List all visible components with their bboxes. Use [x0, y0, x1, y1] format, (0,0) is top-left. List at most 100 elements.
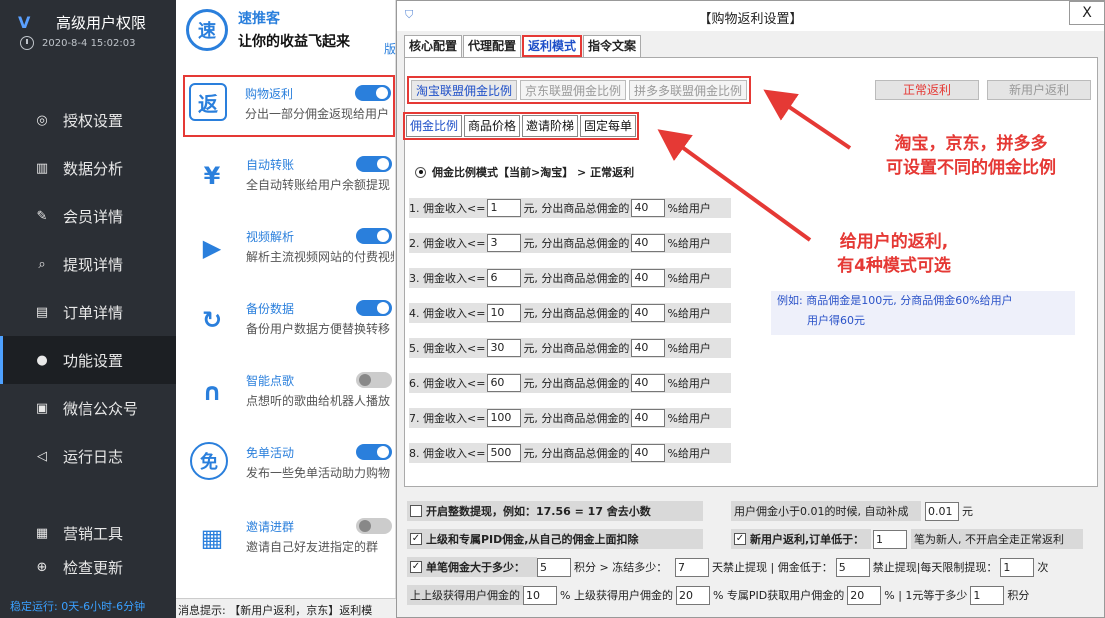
checkbox-unchecked-icon [410, 505, 422, 517]
invite-group-toggle[interactable] [356, 518, 392, 534]
tab-invite-ladder[interactable]: 邀请阶梯 [522, 115, 579, 137]
tier-percent-input[interactable]: 40 [631, 339, 666, 357]
tier-income-input[interactable]: 60 [487, 374, 522, 392]
tier-percent-input[interactable]: 40 [631, 234, 666, 252]
tier-income-input[interactable]: 100 [487, 409, 522, 427]
min-commission-input[interactable]: 0.01 [925, 501, 959, 521]
freeze-days-input[interactable]: 7 [675, 557, 709, 577]
tier-suffix: %给用户 [667, 377, 711, 390]
brand-name: 速推客 [238, 11, 280, 27]
freeze-checkbox[interactable]: ✓ 单笔佣金大于多少： [407, 557, 537, 577]
feature-card-video[interactable]: ▶ 视频解析 解析主流视频网站的付费视频 [186, 220, 396, 282]
feature-card-backup[interactable]: ↻ 备份数据 备份用户数据方便替换转移 [186, 292, 396, 354]
close-button[interactable]: X [1069, 1, 1105, 25]
rebate-toggle[interactable] [355, 85, 391, 101]
min-withdraw-input[interactable]: 5 [835, 557, 870, 577]
clock-icon [20, 36, 34, 50]
tier-income-input[interactable]: 500 [487, 444, 522, 462]
annotation-platforms: 淘宝，京东，拼多多 可设置不同的佣金比例 [851, 132, 1091, 180]
tab-command-text[interactable]: 指令文案 [583, 35, 642, 57]
sidebar-item-logs[interactable]: ◁ 运行日志 [0, 432, 176, 480]
feature-card-invite-group[interactable]: ▦ 邀请进群 邀请自己好友进指定的群 [186, 510, 396, 572]
sidebar-item-features[interactable]: ● 功能设置 [0, 336, 176, 384]
tier-income-input[interactable]: 6 [487, 269, 522, 287]
tier-income-input[interactable]: 30 [487, 339, 522, 357]
tier-row: 7. 佣金收入<= 100 元, 分出商品总佣金的 40 %给用户 [409, 408, 731, 428]
feature-name: 智能点歌 [246, 374, 295, 388]
tab-pdd-ratio[interactable]: 拼多多联盟佣金比例 [629, 80, 748, 100]
sidebar-item-label: 授权设置 [63, 111, 124, 130]
sidebar-item-update[interactable]: ⊕ 检查更新 [0, 550, 176, 584]
tab-core-config[interactable]: 核心配置 [404, 35, 463, 57]
feature-card-free-order[interactable]: 免 免单活动 发布一些免单活动助力购物 [186, 436, 396, 498]
tier-income-input[interactable]: 10 [487, 304, 522, 322]
parent-input[interactable]: 20 [675, 585, 710, 605]
ratio-mode-radio[interactable]: 佣金比例模式【当前>淘宝】 > 正常返利 [415, 164, 634, 180]
sidebar-item-label: 检查更新 [63, 558, 124, 577]
tier-income-input[interactable]: 1 [487, 199, 522, 217]
backup-toggle[interactable] [356, 300, 392, 316]
tier-percent-input[interactable]: 40 [631, 304, 666, 322]
tab-rebate-mode[interactable]: 返利模式 [522, 35, 583, 57]
brand-slogan: 让你的收益飞起来 [238, 34, 350, 50]
tab-commission-ratio[interactable]: 佣金比例 [406, 115, 463, 137]
tier-percent-input[interactable]: 40 [631, 409, 666, 427]
tab-agent-config[interactable]: 代理配置 [463, 35, 522, 57]
tab-product-price[interactable]: 商品价格 [464, 115, 521, 137]
tier-mid: 元, 分出商品总佣金的 [523, 202, 630, 215]
main-tabs: 核心配置 代理配置 返利模式 指令文案 [404, 35, 642, 57]
speaker-icon: ◁ [37, 448, 47, 464]
points-rate-input[interactable]: 1 [970, 585, 1005, 605]
pid-share-input[interactable]: 20 [847, 585, 882, 605]
checkbox-checked-icon: ✓ [734, 533, 746, 545]
video-toggle[interactable] [356, 228, 392, 244]
tier-suffix: %给用户 [667, 202, 711, 215]
tab-fixed-per-order[interactable]: 固定每单 [580, 115, 637, 137]
tier-suffix: %给用户 [667, 237, 711, 250]
tier-income-input[interactable]: 3 [487, 234, 522, 252]
sidebar-item-marketing[interactable]: ▦ 营销工具 [0, 516, 176, 550]
tab-jd-ratio[interactable]: 京东联盟佣金比例 [520, 80, 627, 100]
tier-mid: 元, 分出商品总佣金的 [523, 342, 630, 355]
sidebar-nav: ◎ 授权设置 ▥ 数据分析 ✎ 会员详情 ⌕ 提现详情 ▤ 订单详情 ● 功能设… [0, 96, 176, 480]
feature-desc: 备份用户数据方便替换转移 [246, 322, 391, 336]
radio-selected-icon [415, 166, 426, 178]
tier-mid: 元, 分出商品总佣金的 [523, 237, 630, 250]
feature-desc: 分出一部分佣金返现给用户 [245, 107, 390, 121]
new-user-rebate-checkbox[interactable]: ✓ 新用户返利,订单低于： [731, 529, 871, 549]
sidebar-item-analytics[interactable]: ▥ 数据分析 [0, 144, 176, 192]
tab-taobao-ratio[interactable]: 淘宝联盟佣金比例 [411, 80, 518, 100]
pid-deduct-checkbox[interactable]: ✓ 上级和专属PID佣金,从自己的佣金上面扣除 [407, 529, 703, 549]
tier-percent-input[interactable]: 40 [631, 374, 666, 392]
version-link[interactable]: 版 [384, 40, 396, 57]
feature-list: 速 速推客 让你的收益飞起来 版 返 购物返利 分出一部分佣金返现给用户 ¥ 自… [176, 0, 396, 618]
feature-card-transfer[interactable]: ¥ 自动转账 全自动转账给用户余额提现 [186, 148, 396, 210]
transfer-toggle[interactable] [356, 156, 392, 172]
tier-row: 1. 佣金收入<= 1 元, 分出商品总佣金的 40 %给用户 [409, 198, 731, 218]
sidebar-item-withdrawals[interactable]: ⌕ 提现详情 [0, 240, 176, 288]
sidebar-item-auth[interactable]: ◎ 授权设置 [0, 96, 176, 144]
normal-rebate-button[interactable]: 正常返利 [875, 80, 979, 100]
tier-percent-input[interactable]: 40 [631, 269, 666, 287]
sidebar-item-orders[interactable]: ▤ 订单详情 [0, 288, 176, 336]
feature-card-music[interactable]: ∩ 智能点歌 点想听的歌曲给机器人播放 [186, 364, 396, 426]
daily-limit-input[interactable]: 1 [1000, 557, 1035, 577]
sidebar-item-official-account[interactable]: ▣ 微信公众号 [0, 384, 176, 432]
new-user-orders-input[interactable]: 1 [873, 529, 907, 549]
freeze-threshold-input[interactable]: 5 [537, 557, 571, 577]
vip-logo-icon: V [18, 12, 31, 32]
music-toggle[interactable] [356, 372, 392, 388]
integer-withdraw-checkbox[interactable]: 开启整数提现，例如：17.56 = 17 舍去小数 [407, 501, 703, 521]
datetime: 2020-8-4 15:02:03 [42, 37, 136, 49]
ratio-mode-label: 佣金比例模式【当前>淘宝】 > 正常返利 [432, 166, 635, 179]
annotation-line: 有4种模式可选 [837, 256, 951, 276]
tier-suffix: %给用户 [667, 447, 711, 460]
feature-card-rebate[interactable]: 返 购物返利 分出一部分佣金返现给用户 [183, 75, 395, 137]
grand-parent-input[interactable]: 10 [523, 585, 557, 605]
new-user-rebate-button[interactable]: 新用户返利 [987, 80, 1091, 100]
tier-percent-input[interactable]: 40 [631, 444, 666, 462]
free-order-toggle[interactable] [356, 444, 392, 460]
sidebar-item-members[interactable]: ✎ 会员详情 [0, 192, 176, 240]
sidebar-item-label: 运行日志 [63, 447, 124, 466]
tier-percent-input[interactable]: 40 [631, 199, 666, 217]
